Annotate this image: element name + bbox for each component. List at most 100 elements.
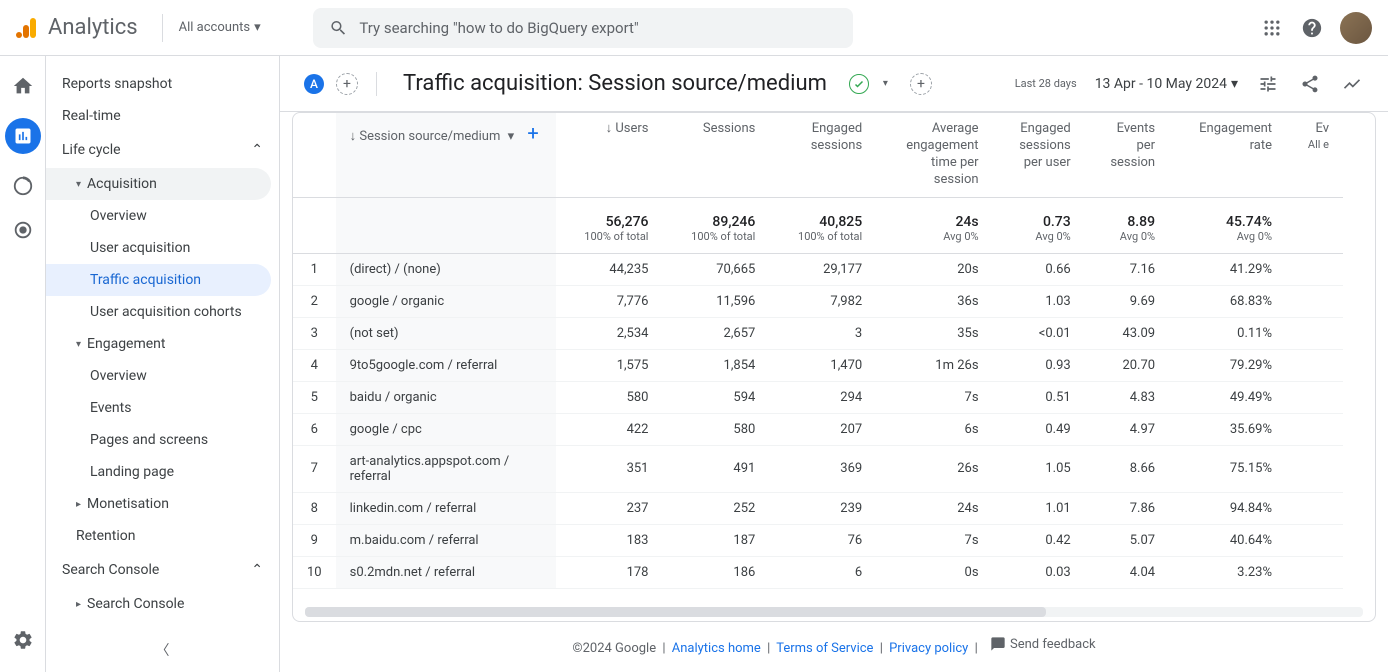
customize-report-icon[interactable]: [1256, 72, 1280, 96]
left-nav-rail: [0, 56, 46, 672]
table-row[interactable]: 10s0.2mdn.net / referral 1781866 0s0.034…: [293, 556, 1343, 588]
sidebar-item-eng-overview[interactable]: Overview: [46, 360, 279, 392]
footer-link-analytics-home[interactable]: Analytics home: [672, 641, 761, 656]
page-header: A + Traffic acquisition: Session source/…: [280, 56, 1388, 112]
logo[interactable]: Analytics: [16, 15, 138, 40]
account-selector[interactable]: All accounts ▾: [179, 20, 261, 35]
sidebar-item-pages-screens[interactable]: Pages and screens: [46, 424, 279, 456]
footer-link-privacy[interactable]: Privacy policy: [889, 641, 968, 656]
analytics-logo-icon: [16, 16, 40, 40]
col-engaged-sessions[interactable]: Engagedsessions: [783, 121, 862, 155]
col-users[interactable]: Users: [615, 121, 648, 136]
searchconsole-label: Search Console: [87, 596, 184, 612]
search-icon: [329, 18, 348, 38]
search-box[interactable]: [313, 8, 853, 48]
sidebar-group-lifecycle[interactable]: Life cycle ⌃: [46, 132, 279, 168]
sidebar-item-events[interactable]: Events: [46, 392, 279, 424]
col-sessions[interactable]: Sessions: [703, 121, 756, 138]
table-row[interactable]: 6google / cpc 422580207 6s0.494.9735.69%: [293, 413, 1343, 445]
sidebar-item-landing-page[interactable]: Landing page: [46, 456, 279, 488]
status-verified-icon[interactable]: [849, 74, 869, 94]
settings-icon[interactable]: [11, 628, 35, 652]
reports-sidebar: Reports snapshot Real-time Life cycle ⌃ …: [46, 56, 280, 672]
explore-icon[interactable]: [11, 174, 35, 198]
add-dimension-button[interactable]: +: [527, 121, 538, 145]
sidebar-item-user-acq-cohorts[interactable]: User acquisition cohorts: [46, 296, 279, 328]
date-range-picker[interactable]: 13 Apr - 10 May 2024 ▾: [1095, 76, 1238, 92]
chevron-up-icon: ⌃: [251, 562, 263, 578]
share-icon[interactable]: [1298, 72, 1322, 96]
dimension-header[interactable]: Session source/medium: [359, 129, 500, 144]
divider: [376, 72, 377, 96]
home-icon[interactable]: [11, 74, 35, 98]
apps-icon[interactable]: [1260, 16, 1284, 40]
caret-down-icon: ▾: [76, 339, 81, 350]
sidebar-item-reports-snapshot[interactable]: Reports snapshot: [46, 68, 279, 100]
searchconsole-group-label: Search Console: [62, 562, 159, 578]
caret-right-icon: ▸: [76, 599, 81, 610]
sidebar-item-engagement[interactable]: ▾ Engagement: [46, 328, 279, 360]
collapse-sidebar-icon[interactable]: 〈: [156, 640, 170, 660]
sidebar-item-monetisation[interactable]: ▸ Monetisation: [46, 488, 279, 520]
feedback-label: Send feedback: [1010, 637, 1096, 652]
table-row[interactable]: 2google / organic 7,77611,5967,982 36s1.…: [293, 285, 1343, 317]
app-name: Analytics: [48, 15, 138, 40]
send-feedback-button[interactable]: Send feedback: [990, 636, 1096, 652]
lifecycle-label: Life cycle: [62, 142, 121, 158]
sidebar-group-searchconsole[interactable]: Search Console ⌃: [46, 552, 279, 588]
col-eps[interactable]: Eventspersession: [1099, 121, 1155, 172]
chevron-down-icon: ▾: [1231, 76, 1238, 92]
table-row[interactable]: 7art-analytics.appspot.com / referral 35…: [293, 445, 1343, 492]
caret-down-icon: ▾: [76, 179, 81, 190]
add-filter-button[interactable]: +: [910, 73, 932, 95]
sidebar-item-acq-overview[interactable]: Overview: [46, 200, 279, 232]
accounts-label: All accounts: [179, 20, 250, 35]
table-row[interactable]: 9m.baidu.com / referral 18318776 7s0.425…: [293, 524, 1343, 556]
col-avg-time[interactable]: Averageengagementtime persession: [890, 121, 978, 189]
top-bar: Analytics All accounts ▾: [0, 0, 1388, 56]
sidebar-item-searchconsole[interactable]: ▸ Search Console: [46, 588, 279, 620]
table-row[interactable]: 3(not set) 2,5342,6573 35s<0.0143.090.11…: [293, 317, 1343, 349]
engagement-label: Engagement: [87, 336, 165, 352]
audience-badge[interactable]: A: [304, 74, 324, 94]
col-espu[interactable]: Engagedsessionsper user: [1007, 121, 1071, 172]
totals-row: 56,276100% of total 89,246100% of total …: [293, 197, 1343, 253]
advertising-icon[interactable]: [11, 218, 35, 242]
chevron-up-icon: ⌃: [251, 142, 263, 158]
page-title: Traffic acquisition: Session source/medi…: [403, 71, 827, 96]
data-table-card: ↓ Session source/medium ▾ + ↓ Users Sess…: [292, 112, 1376, 622]
col-events-truncated[interactable]: EvAll e: [1300, 121, 1329, 152]
user-avatar[interactable]: [1340, 12, 1372, 44]
main-content: A + Traffic acquisition: Session source/…: [280, 56, 1388, 672]
table-row[interactable]: 49to5google.com / referral 1,5751,8541,4…: [293, 349, 1343, 381]
date-range-label: Last 28 days: [1015, 77, 1077, 90]
table-row[interactable]: 8linkedin.com / referral 237252239 24s1.…: [293, 492, 1343, 524]
table-row[interactable]: 5baidu / organic 580594294 7s0.514.8349.…: [293, 381, 1343, 413]
date-range-text: 13 Apr - 10 May 2024: [1095, 76, 1227, 92]
sidebar-item-traffic-acquisition[interactable]: Traffic acquisition: [46, 264, 271, 296]
page-footer: ©2024 Google | Analytics home | Terms of…: [292, 622, 1376, 670]
sidebar-item-realtime[interactable]: Real-time: [46, 100, 279, 132]
add-comparison-button[interactable]: +: [336, 73, 358, 95]
chevron-down-icon: ▾: [254, 20, 261, 35]
insights-icon[interactable]: [1340, 72, 1364, 96]
chevron-down-icon[interactable]: ▾: [508, 129, 515, 144]
sidebar-item-retention[interactable]: Retention: [46, 520, 279, 552]
reports-icon[interactable]: [5, 118, 41, 154]
col-rate[interactable]: Engagementrate: [1183, 121, 1272, 155]
caret-right-icon: ▸: [76, 499, 81, 510]
monetisation-label: Monetisation: [87, 496, 169, 512]
help-icon[interactable]: [1300, 16, 1324, 40]
table-scroll[interactable]: ↓ Session source/medium ▾ + ↓ Users Sess…: [293, 113, 1375, 603]
divider: [162, 14, 163, 42]
sidebar-item-user-acquisition[interactable]: User acquisition: [46, 232, 279, 264]
sidebar-item-acquisition[interactable]: ▾Acquisition: [46, 168, 271, 200]
horizontal-scrollbar[interactable]: [305, 607, 1363, 617]
search-input[interactable]: [359, 19, 836, 37]
table-row[interactable]: 1(direct) / (none) 44,23570,66529,177 20…: [293, 253, 1343, 285]
status-dropdown-icon[interactable]: ▾: [883, 78, 888, 89]
footer-link-tos[interactable]: Terms of Service: [776, 641, 873, 656]
scrollbar-thumb[interactable]: [305, 607, 1046, 617]
sort-indicator-icon: ↓: [350, 129, 357, 144]
feedback-icon: [990, 636, 1006, 652]
